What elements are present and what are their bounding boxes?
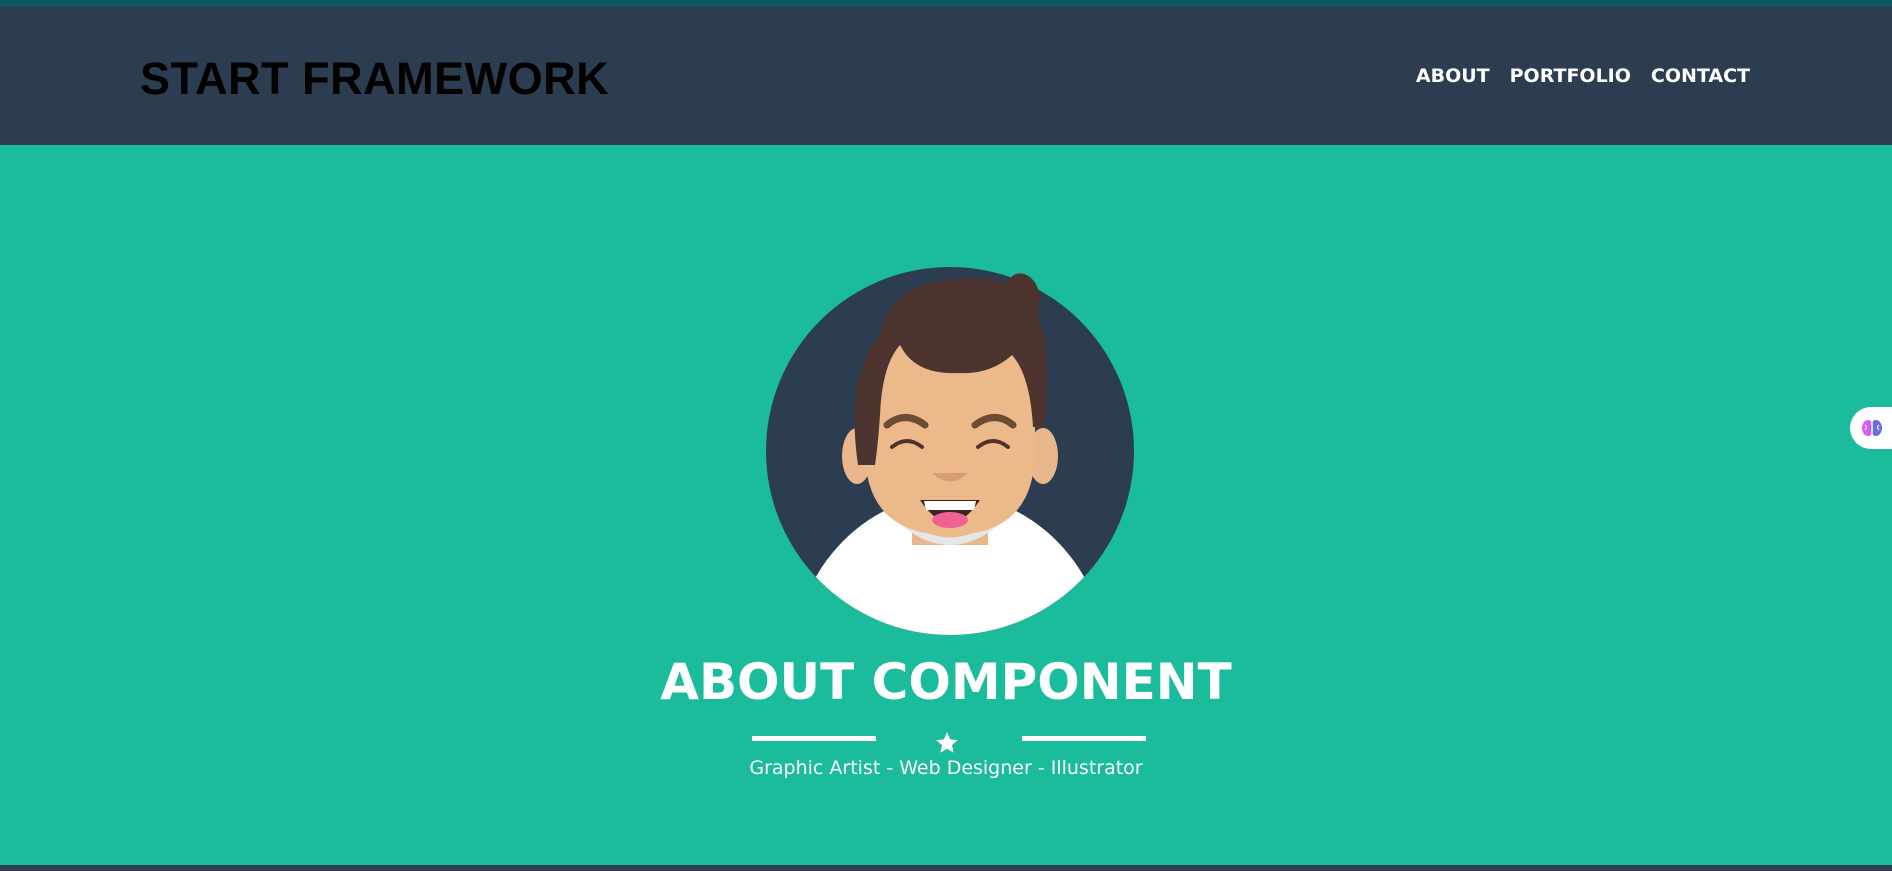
- hero-section: ABOUT COMPONENT Graphic Artist - Web Des…: [0, 145, 1892, 865]
- nav-links: ABOUT PORTFOLIO CONTACT: [1416, 65, 1750, 87]
- navbar: START FRAMEWORK ABOUT PORTFOLIO CONTACT: [0, 7, 1892, 145]
- avatar-illustration: [766, 267, 1134, 635]
- hero-subtitle: Graphic Artist - Web Designer - Illustra…: [749, 757, 1143, 779]
- nav-link-contact[interactable]: CONTACT: [1651, 65, 1750, 87]
- brand-logo[interactable]: START FRAMEWORK: [140, 53, 609, 105]
- divider-line-right: [1022, 736, 1146, 741]
- top-accent-strip: [0, 0, 1892, 7]
- hero-title: ABOUT COMPONENT: [660, 653, 1232, 711]
- star-icon: [936, 732, 958, 753]
- nav-link-about[interactable]: ABOUT: [1416, 65, 1490, 87]
- bottom-strip: [0, 865, 1892, 871]
- nav-link-portfolio[interactable]: PORTFOLIO: [1510, 65, 1631, 87]
- extension-floating-button[interactable]: [1850, 407, 1892, 449]
- divider-line-left: [752, 736, 876, 741]
- brain-icon: [1862, 420, 1882, 436]
